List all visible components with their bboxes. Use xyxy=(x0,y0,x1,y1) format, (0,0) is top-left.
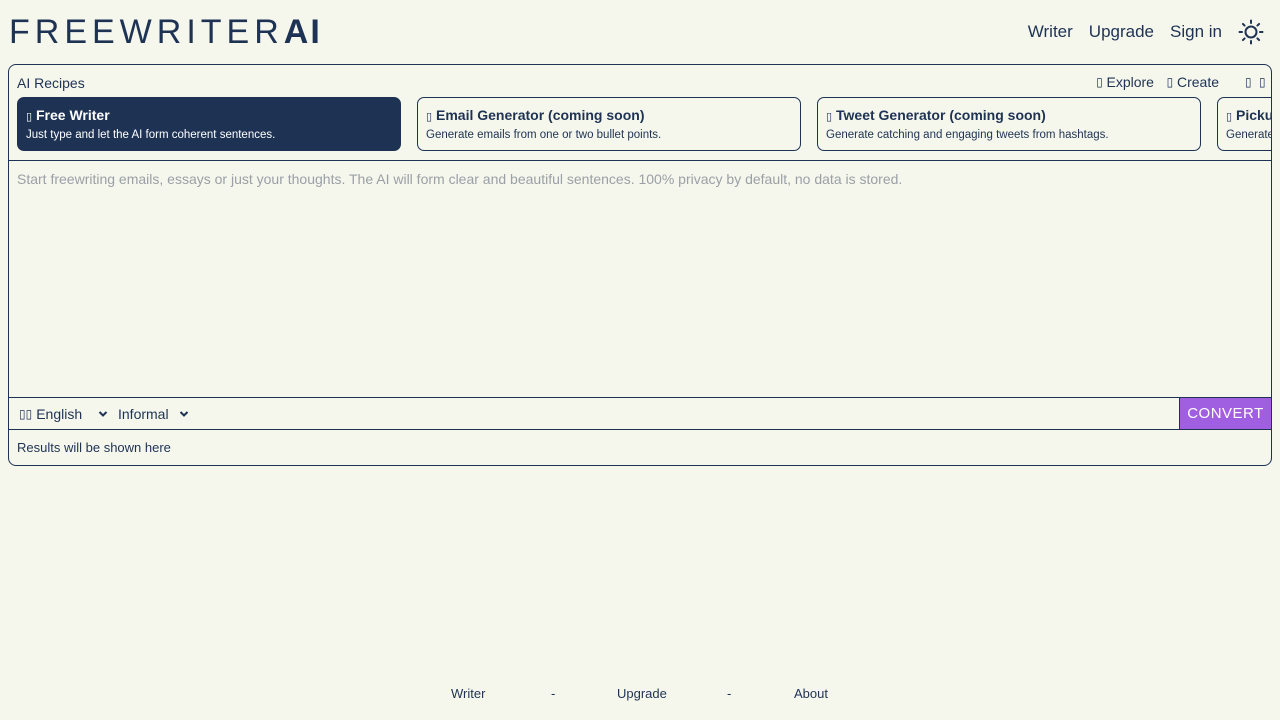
recipe-tweet-generator[interactable]: ▯ Tweet Generator (coming soon) Generate … xyxy=(817,97,1201,151)
pen-icon: ▯ xyxy=(26,111,33,123)
recipes-header: AI Recipes ▯ Explore ▯ Create ▯ ▯ xyxy=(9,65,1271,97)
recipe-title: ▯ Free Writer xyxy=(26,106,392,126)
recipe-list: ▯ Free Writer Just type and let the AI fo… xyxy=(17,97,1272,151)
recipe-pickup[interactable]: ▯Pickup Generate xyxy=(1217,97,1272,151)
footer: Writer - Upgrade - About xyxy=(0,686,1280,706)
tone-select[interactable]: Informal xyxy=(118,398,189,429)
recipes-actions: ▯ Explore ▯ Create ▯ ▯ xyxy=(1096,74,1272,90)
footer-about-link[interactable]: About xyxy=(794,686,828,701)
nav-writer[interactable]: Writer xyxy=(1028,22,1073,42)
scroll-left-icon[interactable]: ▯ xyxy=(1245,75,1252,89)
language-select[interactable]: ▯▯ English xyxy=(19,398,108,429)
logo-accent: AI xyxy=(283,13,322,51)
chevron-down-icon xyxy=(179,410,188,417)
envelope-icon: ▯ xyxy=(426,111,433,123)
editor-toolbar: ▯▯ English Informal CONVERT xyxy=(9,397,1271,430)
tone-value: Informal xyxy=(118,405,169,422)
recipe-desc: Generate xyxy=(1226,129,1272,141)
recipe-title: ▯ Tweet Generator (coming soon) xyxy=(826,106,1192,126)
recipe-desc: Just type and let the AI form coherent s… xyxy=(26,129,276,141)
recipe-title-text: Email Generator (coming soon) xyxy=(436,107,645,123)
scroll-right-icon[interactable]: ▯ xyxy=(1259,75,1266,89)
results-text: Results will be shown here xyxy=(17,440,171,455)
recipe-free-writer[interactable]: ▯ Free Writer Just type and let the AI fo… xyxy=(17,97,401,151)
writer-card: AI Recipes ▯ Explore ▯ Create ▯ ▯ ▯ Free … xyxy=(8,64,1272,466)
create-label: Create xyxy=(1176,74,1219,90)
compass-icon: ▯ xyxy=(1096,75,1103,89)
freewrite-textarea[interactable] xyxy=(9,161,1271,397)
recipe-desc: Generate catching and engaging tweets fr… xyxy=(826,129,1109,141)
nav-upgrade[interactable]: Upgrade xyxy=(1089,22,1154,42)
header: FREEWRITERAI Writer Upgrade Sign in xyxy=(0,0,1280,64)
recipe-title-text: Free Writer xyxy=(36,107,110,123)
recipe-title-text: Pickup xyxy=(1236,107,1271,123)
footer-separator: - xyxy=(727,686,732,701)
recipes-title: AI Recipes xyxy=(17,75,85,91)
recipe-title: ▯ Email Generator (coming soon) xyxy=(426,106,792,126)
top-nav: Writer Upgrade Sign in xyxy=(1028,16,1264,48)
chevron-down-icon xyxy=(98,410,108,417)
footer-separator: - xyxy=(551,686,556,701)
create-button[interactable]: ▯ Create xyxy=(1166,74,1219,90)
convert-button[interactable]: CONVERT xyxy=(1179,398,1271,429)
plus-icon: ▯ xyxy=(1166,75,1174,89)
recipe-title: ▯Pickup xyxy=(1226,106,1271,126)
logo-main: FREEWRITER xyxy=(9,13,284,51)
recipe-title-text: Tweet Generator (coming soon) xyxy=(836,107,1046,123)
twitter-icon: ▯ xyxy=(826,111,833,123)
footer-writer-link[interactable]: Writer xyxy=(451,686,485,701)
recipe-scroll-arrows: ▯ ▯ xyxy=(1245,75,1266,89)
explore-button[interactable]: ▯ Explore xyxy=(1096,74,1154,90)
recipe-email-generator[interactable]: ▯ Email Generator (coming soon) Generate … xyxy=(417,97,801,151)
recipe-desc: Generate emails from one or two bullet p… xyxy=(426,129,662,141)
heart-icon: ▯ xyxy=(1226,111,1233,123)
logo[interactable]: FREEWRITERAI xyxy=(9,12,322,52)
language-value: English xyxy=(36,405,83,422)
explore-label: Explore xyxy=(1106,74,1154,90)
nav-sign-in[interactable]: Sign in xyxy=(1170,22,1222,42)
footer-upgrade-link[interactable]: Upgrade xyxy=(617,686,667,701)
sun-icon[interactable] xyxy=(1238,19,1264,45)
flag-icon: ▯▯ xyxy=(19,406,33,421)
